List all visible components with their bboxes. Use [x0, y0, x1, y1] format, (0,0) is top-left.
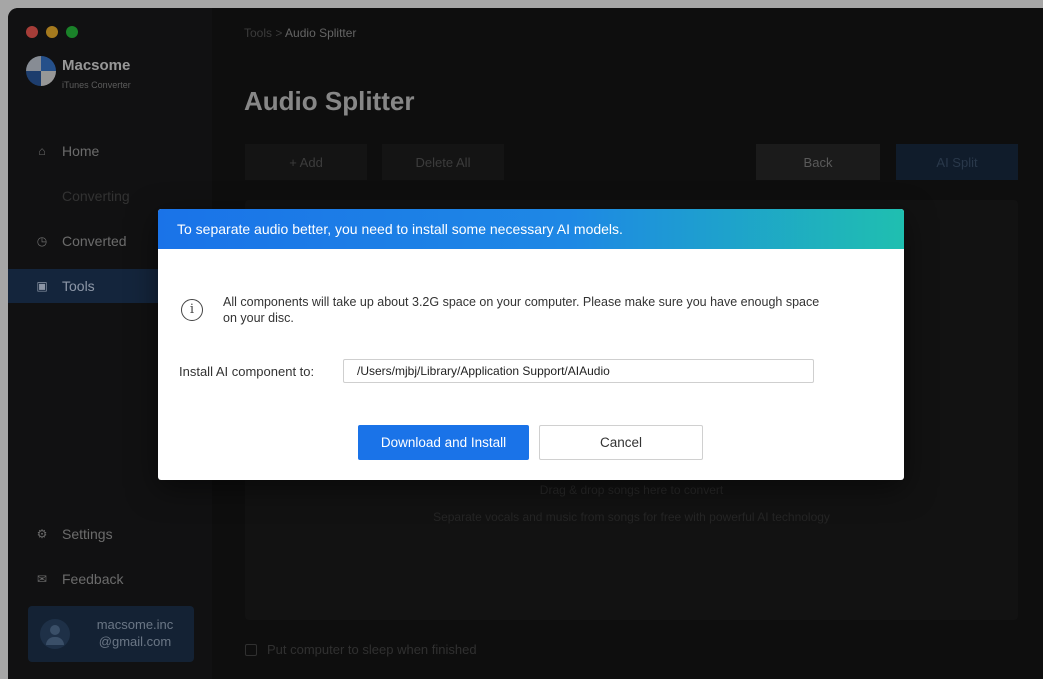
info-message: All components will take up about 3.2G s…: [223, 295, 820, 325]
install-path-input[interactable]: [343, 359, 814, 383]
install-dialog: To separate audio better, you need to in…: [158, 209, 904, 480]
info-icon: i: [181, 299, 203, 321]
dialog-header: To separate audio better, you need to in…: [158, 209, 904, 249]
cancel-button[interactable]: Cancel: [539, 425, 703, 460]
install-path-label: Install AI component to:: [179, 364, 315, 379]
download-install-button[interactable]: Download and Install: [358, 425, 529, 460]
